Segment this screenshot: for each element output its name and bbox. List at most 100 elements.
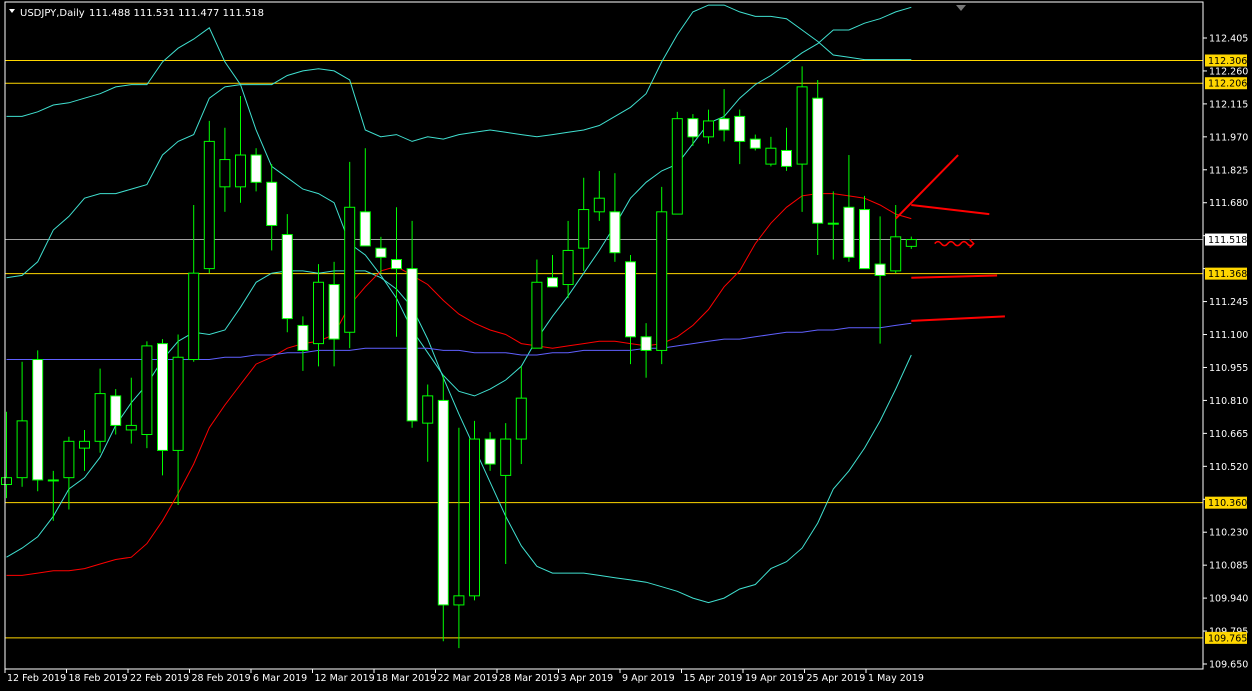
candle-body	[547, 277, 558, 288]
price-tick-label: 110.520	[1209, 462, 1248, 473]
price-tick-label: 111.100	[1209, 330, 1248, 341]
candle-body	[79, 440, 90, 449]
candle-body	[687, 118, 699, 138]
candle-body	[812, 97, 824, 224]
price-tick-label: 112.115	[1209, 99, 1248, 110]
candle-body	[718, 118, 730, 131]
candle-body	[703, 120, 714, 138]
price-tick-label: 112.405	[1209, 34, 1248, 45]
time-tick-label: 12 Mar 2019	[315, 673, 375, 684]
time-tick-label: 22 Mar 2019	[438, 673, 498, 684]
candle-body	[63, 440, 75, 479]
candle-body	[16, 420, 28, 479]
candle-body	[375, 247, 387, 258]
candle-body	[266, 181, 278, 226]
price-tick-label: 110.810	[1209, 396, 1248, 407]
candle-body	[359, 211, 371, 247]
candle-body	[281, 234, 293, 320]
price-tick-label: 110.085	[1209, 561, 1248, 572]
chart-background	[0, 0, 1252, 691]
time-tick-label: 9 Apr 2019	[622, 673, 675, 684]
candle-body	[578, 209, 590, 249]
candle-body	[515, 397, 527, 440]
time-tick-label: 1 May 2019	[868, 673, 924, 684]
candle-body	[219, 159, 231, 188]
candle-body	[250, 154, 262, 183]
candle-body	[734, 115, 746, 142]
price-tick-label: 110.230	[1209, 528, 1248, 539]
candle-body	[125, 424, 137, 431]
time-tick-label: 28 Mar 2019	[499, 673, 559, 684]
candle-body	[905, 239, 917, 247]
price-tick-label: 110.955	[1209, 363, 1248, 374]
candle-body	[203, 140, 215, 270]
candle-body	[796, 86, 808, 165]
candle-body	[141, 345, 153, 436]
time-tick-label: 25 Apr 2019	[807, 673, 866, 684]
symbol-label: USDJPY,Daily	[20, 8, 85, 19]
candle-body	[47, 479, 59, 482]
candle-body	[656, 211, 668, 351]
price-chart[interactable]: 112.405 112.260 112.115 111.970 111.825 111.6…	[0, 0, 1252, 691]
time-tick-label: 18 Mar 2019	[376, 673, 436, 684]
candle-body	[671, 118, 683, 215]
time-tick-label: 15 Apr 2019	[684, 673, 743, 684]
price-tick-label: 110.665	[1209, 429, 1248, 440]
price-tick-label: 111.680	[1209, 198, 1248, 209]
candle-body	[422, 395, 434, 424]
candle-body	[110, 395, 122, 426]
candle-body	[593, 197, 605, 213]
chart-header: USDJPY,Daily 111.488 111.531 111.477 111…	[9, 8, 264, 19]
level-price-tag-label: 112.206	[1208, 79, 1247, 90]
level-price-tag-label: 111.368	[1208, 269, 1247, 280]
candle-body	[453, 595, 465, 606]
level-price-tag-label: 110.360	[1208, 498, 1247, 509]
candle-body	[188, 272, 200, 361]
time-tick-label: 12 Feb 2019	[7, 673, 66, 684]
ohlc-values: 111.488 111.531 111.477 111.518	[89, 8, 264, 19]
time-tick-label: 22 Feb 2019	[130, 673, 189, 684]
price-tick-label: 109.940	[1209, 594, 1248, 605]
time-tick-label: 18 Feb 2019	[69, 673, 128, 684]
candle-body	[500, 438, 512, 476]
time-tick-label: 3 Apr 2019	[561, 673, 614, 684]
candle-body	[32, 359, 44, 481]
candle-body	[94, 393, 106, 442]
candle-body	[749, 138, 761, 149]
candle-body	[172, 356, 184, 451]
price-tick-label: 112.260	[1209, 66, 1248, 77]
candle-body	[406, 268, 418, 422]
candle-body	[344, 206, 356, 333]
candle-body	[890, 236, 902, 272]
candle-body	[235, 154, 246, 188]
price-tick-label: 109.650	[1209, 660, 1248, 671]
candle-body	[313, 281, 324, 345]
candle-body	[827, 222, 839, 225]
candle-body	[843, 206, 855, 258]
candle-body	[328, 284, 340, 340]
current-price-tag-label: 111.518	[1208, 235, 1247, 246]
candle-body	[640, 336, 652, 351]
candle-body	[157, 343, 168, 451]
candle-body	[562, 249, 574, 286]
price-tick-label: 111.245	[1209, 297, 1248, 308]
candle-body	[859, 209, 870, 270]
candle-body	[437, 399, 449, 606]
candle-body	[469, 438, 480, 597]
price-tick-label: 111.825	[1209, 165, 1248, 176]
candle-body	[531, 281, 543, 349]
candle-body	[765, 147, 777, 165]
time-tick-label: 6 Mar 2019	[253, 673, 307, 684]
time-tick-label: 19 Apr 2019	[745, 673, 804, 684]
candle-body	[1, 477, 12, 485]
candle-body	[625, 261, 636, 338]
time-tick-label: 28 Feb 2019	[192, 673, 251, 684]
level-price-tag-label: 112.306	[1208, 56, 1247, 67]
candle-body	[297, 324, 309, 351]
price-tick-label: 111.970	[1209, 132, 1248, 143]
level-price-tag-label: 109.765	[1208, 633, 1247, 644]
candle-body	[609, 211, 621, 254]
candle-body	[391, 259, 402, 270]
candle-body	[781, 149, 792, 167]
candle-body	[484, 438, 496, 465]
